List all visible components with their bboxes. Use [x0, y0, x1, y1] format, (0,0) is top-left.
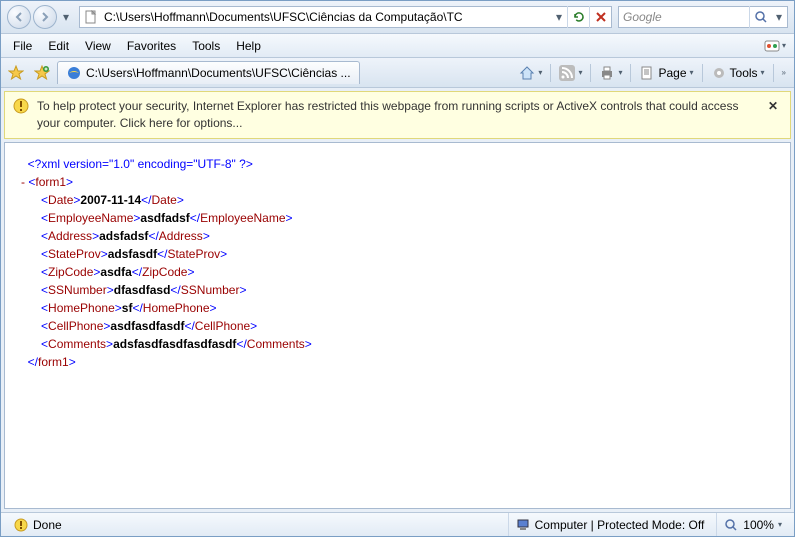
- recent-pages-dropdown[interactable]: ▾: [59, 5, 73, 29]
- status-bar: Done Computer | Protected Mode: Off 100%…: [1, 512, 794, 536]
- feeds-button[interactable]: ▾: [555, 63, 586, 83]
- status-done: Done: [7, 513, 502, 536]
- page-menu-icon: [639, 65, 655, 81]
- home-button[interactable]: ▾: [515, 63, 546, 83]
- address-text: C:\Users\Hoffmann\Documents\UFSC\Ciência…: [102, 10, 551, 24]
- forward-button[interactable]: [33, 5, 57, 29]
- status-zone: Computer | Protected Mode: Off: [508, 513, 711, 536]
- address-dropdown[interactable]: ▾: [551, 10, 567, 24]
- page-menu-button[interactable]: Page ▾: [635, 63, 697, 83]
- rss-icon: [559, 65, 575, 81]
- stop-button[interactable]: [589, 6, 611, 28]
- tab-title: C:\Users\Hoffmann\Documents\UFSC\Ciência…: [86, 66, 351, 80]
- navigation-bar: ▾ C:\Users\Hoffmann\Documents\UFSC\Ciênc…: [1, 1, 794, 34]
- search-dropdown[interactable]: ▾: [771, 10, 787, 24]
- xml-node: <StateProv>adsfasdf</StateProv>: [21, 245, 774, 263]
- tab-bar: C:\Users\Hoffmann\Documents\UFSC\Ciência…: [1, 58, 794, 88]
- xml-root-open: - <form1>: [21, 173, 774, 191]
- tools-menu-label: Tools: [730, 66, 758, 80]
- search-button[interactable]: [749, 6, 771, 28]
- command-bar: ▾ ▾ ▾ Page ▾ Tools ▾ »: [515, 63, 790, 83]
- xml-root-close: </form1>: [21, 353, 774, 371]
- computer-icon: [515, 517, 531, 533]
- add-favorites-button[interactable]: [31, 62, 53, 84]
- tools-menu-button[interactable]: Tools ▾: [707, 63, 769, 83]
- status-zoom-text: 100%: [743, 518, 774, 532]
- menu-tools[interactable]: Tools: [184, 36, 228, 56]
- xml-node: <HomePhone>sf</HomePhone>: [21, 299, 774, 317]
- xml-node: <ZipCode>asdfa</ZipCode>: [21, 263, 774, 281]
- tab-current[interactable]: C:\Users\Hoffmann\Documents\UFSC\Ciência…: [57, 61, 360, 84]
- page-menu-label: Page: [658, 66, 686, 80]
- xml-node: <SSNumber>dfasdfasd</SSNumber>: [21, 281, 774, 299]
- status-zone-text: Computer | Protected Mode: Off: [535, 518, 705, 532]
- xml-node: <EmployeeName>asdfadsf</EmployeeName>: [21, 209, 774, 227]
- menu-edit[interactable]: Edit: [40, 36, 77, 56]
- menu-bar: File Edit View Favorites Tools Help ▾: [1, 34, 794, 58]
- status-done-text: Done: [33, 518, 62, 532]
- menu-file[interactable]: File: [5, 36, 40, 56]
- xml-node: <Comments>adsfasdfasdfasdfasdf</Comments…: [21, 335, 774, 353]
- xml-declaration: <?xml version="1.0" encoding="UTF-8" ?>: [21, 155, 774, 173]
- menu-right-icon[interactable]: ▾: [764, 38, 790, 54]
- compat-icon: [764, 38, 780, 54]
- chevron-button[interactable]: »: [778, 66, 790, 79]
- gear-icon: [711, 65, 727, 81]
- menu-help[interactable]: Help: [228, 36, 269, 56]
- print-icon: [599, 65, 615, 81]
- information-bar[interactable]: To help protect your security, Internet …: [4, 91, 791, 139]
- refresh-button[interactable]: [567, 6, 589, 28]
- nav-buttons: ▾: [7, 5, 73, 29]
- ie-icon: [66, 65, 82, 81]
- search-box[interactable]: Google ▾: [618, 6, 788, 28]
- xml-node: <CellPhone>asdfasdfasdf</CellPhone>: [21, 317, 774, 335]
- menu-favorites[interactable]: Favorites: [119, 36, 184, 56]
- home-icon: [519, 65, 535, 81]
- search-placeholder: Google: [619, 10, 749, 24]
- favorites-center-button[interactable]: [5, 62, 27, 84]
- xml-node: <Address>adsfadsf</Address>: [21, 227, 774, 245]
- zoom-icon: [723, 517, 739, 533]
- page-icon: [83, 9, 99, 25]
- address-bar[interactable]: C:\Users\Hoffmann\Documents\UFSC\Ciência…: [79, 6, 612, 28]
- information-text: To help protect your security, Internet …: [37, 98, 756, 132]
- menu-view[interactable]: View: [77, 36, 119, 56]
- done-icon: [13, 517, 29, 533]
- warning-icon: [13, 98, 29, 114]
- back-button[interactable]: [7, 5, 31, 29]
- status-zoom[interactable]: 100% ▾: [716, 513, 788, 536]
- xml-node: <Date>2007-11-14</Date>: [21, 191, 774, 209]
- information-close-button[interactable]: ✕: [764, 98, 782, 115]
- document-content: <?xml version="1.0" encoding="UTF-8" ?>-…: [4, 142, 791, 509]
- print-button[interactable]: ▾: [595, 63, 626, 83]
